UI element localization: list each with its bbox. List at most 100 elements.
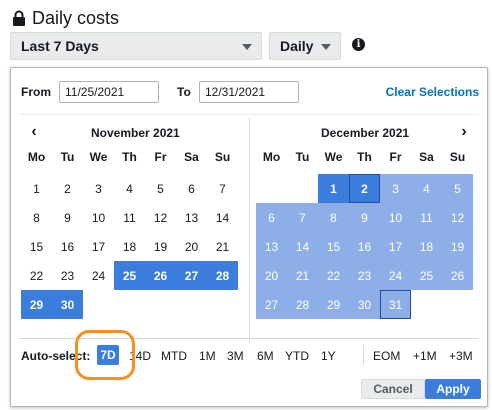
clear-selections-link[interactable]: Clear Selections xyxy=(386,85,479,99)
calendar-day[interactable]: 5 xyxy=(442,174,473,203)
auto-select-option[interactable]: 3M xyxy=(227,349,244,363)
weekday-label: Tu xyxy=(60,150,75,164)
calendar-day[interactable]: 18 xyxy=(411,232,442,261)
title-row: Daily costs xyxy=(12,6,119,30)
apply-button[interactable]: Apply xyxy=(425,379,481,399)
calendar-day[interactable]: 25 xyxy=(114,261,145,290)
calendar-day[interactable]: 11 xyxy=(411,203,442,232)
calendar-day[interactable]: 19 xyxy=(145,232,176,261)
calendar-day[interactable]: 15 xyxy=(318,232,349,261)
granularity-select-value: Daily xyxy=(280,38,314,54)
calendar-day[interactable]: 4 xyxy=(411,174,442,203)
calendar-day[interactable]: 26 xyxy=(145,261,176,290)
auto-select-option[interactable]: MTD xyxy=(161,349,187,363)
weekday-label: Mo xyxy=(27,150,46,164)
auto-select-option[interactable]: +3M xyxy=(449,349,473,363)
calendar-day[interactable]: 5 xyxy=(145,174,176,203)
auto-select-option[interactable]: YTD xyxy=(285,349,309,363)
auto-select-divider xyxy=(363,345,364,365)
calendar-day[interactable]: 9 xyxy=(349,203,380,232)
calendar-day[interactable]: 12 xyxy=(442,203,473,232)
calendar-day[interactable]: 1 xyxy=(318,174,349,203)
date-input-row: From To Clear Selections xyxy=(11,81,487,103)
calendar-day[interactable]: 4 xyxy=(114,174,145,203)
weekday-label: Th xyxy=(122,150,137,164)
calendar-day[interactable]: 14 xyxy=(287,232,318,261)
date-picker-panel: From To Clear Selections ‹ November 2021… xyxy=(10,67,488,407)
weekday-label: Fr xyxy=(389,150,402,164)
auto-select-option[interactable]: 6M xyxy=(257,349,274,363)
calendar-day[interactable]: 29 xyxy=(21,290,52,319)
calendar-day[interactable]: 27 xyxy=(256,290,287,319)
calendar-day[interactable]: 2 xyxy=(52,174,83,203)
calendar-day[interactable]: 23 xyxy=(52,261,83,290)
calendar-day[interactable]: 18 xyxy=(114,232,145,261)
cancel-button[interactable]: Cancel xyxy=(361,379,425,399)
from-date-input[interactable] xyxy=(59,81,159,103)
calendar-day[interactable]: 17 xyxy=(83,232,114,261)
highlight-ring xyxy=(75,330,135,380)
calendar-day[interactable]: 16 xyxy=(52,232,83,261)
weekday-label: Mo xyxy=(262,150,281,164)
calendar-day[interactable]: 25 xyxy=(411,261,442,290)
calendar-day[interactable]: 30 xyxy=(349,290,380,319)
weekday-label: Fr xyxy=(154,150,167,164)
info-icon[interactable]: i xyxy=(352,38,365,51)
calendar-day[interactable]: 20 xyxy=(176,232,207,261)
weekday-header: Mo Tu We Th Fr Sa Su xyxy=(21,150,238,168)
calendar-day[interactable]: 16 xyxy=(349,232,380,261)
auto-select-option[interactable]: +1M xyxy=(413,349,437,363)
calendar-day[interactable]: 13 xyxy=(176,203,207,232)
calendar-day[interactable]: 24 xyxy=(380,261,411,290)
month-title-left: November 2021 xyxy=(91,126,180,140)
calendar-day[interactable]: 21 xyxy=(207,232,238,261)
auto-select-option[interactable]: 1Y xyxy=(321,349,336,363)
to-label: To xyxy=(177,85,191,99)
caret-down-icon xyxy=(242,44,252,50)
calendar-day[interactable]: 6 xyxy=(256,203,287,232)
calendar-day[interactable]: 14 xyxy=(207,203,238,232)
calendar-day[interactable]: 1 xyxy=(21,174,52,203)
calendar-day[interactable]: 20 xyxy=(256,261,287,290)
calendar-day[interactable]: 3 xyxy=(380,174,411,203)
calendar-day[interactable]: 17 xyxy=(380,232,411,261)
calendar-day[interactable]: 15 xyxy=(21,232,52,261)
calendar-day[interactable]: 13 xyxy=(256,232,287,261)
calendar-day[interactable]: 30 xyxy=(52,290,83,319)
calendar-day[interactable]: 7 xyxy=(287,203,318,232)
calendar-day[interactable]: 8 xyxy=(21,203,52,232)
calendar-day[interactable]: 26 xyxy=(442,261,473,290)
auto-select-option[interactable]: EOM xyxy=(373,349,400,363)
calendar-day[interactable]: 21 xyxy=(287,261,318,290)
calendar-day[interactable]: 22 xyxy=(21,261,52,290)
calendar-day[interactable]: 28 xyxy=(287,290,318,319)
caret-down-icon xyxy=(321,44,331,50)
weekday-label: Sa xyxy=(419,150,434,164)
calendar-day[interactable]: 8 xyxy=(318,203,349,232)
calendar-day[interactable]: 11 xyxy=(114,203,145,232)
calendar-december: Mo Tu We Th Fr Sa Su 1 2 3 4 5 6 7 8 9 10 11 12 13 14 15 16 17… xyxy=(256,150,473,319)
calendar-day[interactable]: 27 xyxy=(176,261,207,290)
calendar-day[interactable]: 19 xyxy=(442,232,473,261)
calendar-day[interactable]: 10 xyxy=(380,203,411,232)
calendar-day[interactable]: 2 xyxy=(349,174,380,203)
chevron-left-icon[interactable]: ‹ xyxy=(27,124,41,140)
chevron-right-icon[interactable]: › xyxy=(457,124,471,140)
calendar-day[interactable]: 29 xyxy=(318,290,349,319)
calendar-day[interactable]: 31 xyxy=(380,290,411,319)
calendar-day[interactable]: 9 xyxy=(52,203,83,232)
date-range-select-value: Last 7 Days xyxy=(21,38,99,54)
auto-select-option[interactable]: 1M xyxy=(199,349,216,363)
date-range-select[interactable]: Last 7 Days xyxy=(10,32,262,60)
calendar-day[interactable]: 23 xyxy=(349,261,380,290)
calendar-day[interactable]: 28 xyxy=(207,261,238,290)
calendar-day[interactable]: 24 xyxy=(83,261,114,290)
calendar-day[interactable]: 6 xyxy=(176,174,207,203)
calendar-day[interactable]: 7 xyxy=(207,174,238,203)
calendar-day[interactable]: 12 xyxy=(145,203,176,232)
granularity-select[interactable]: Daily xyxy=(269,32,341,60)
calendar-day[interactable]: 10 xyxy=(83,203,114,232)
calendar-day[interactable]: 22 xyxy=(318,261,349,290)
to-date-input[interactable] xyxy=(199,81,299,103)
calendar-day[interactable]: 3 xyxy=(83,174,114,203)
